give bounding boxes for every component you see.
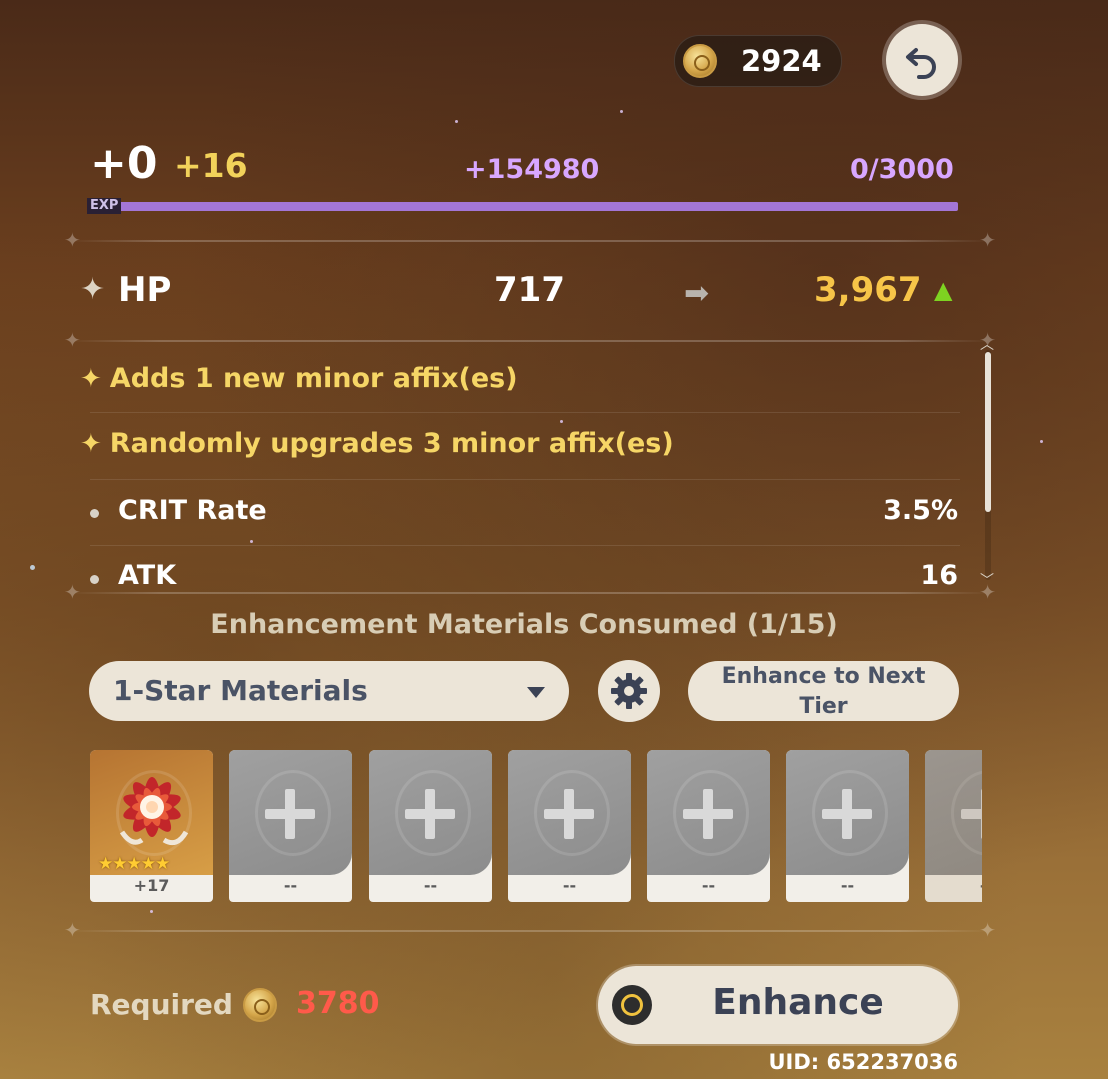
slot-background: [508, 750, 631, 875]
material-slot[interactable]: ★★★★★ +17: [90, 750, 213, 902]
slot-caption: --: [423, 876, 438, 895]
substat-clip: ATK 16: [0, 540, 1108, 590]
tier-button-line1: Enhance to Next: [721, 664, 926, 689]
affix-row: ✦ Randomly upgrades 3 minor affix(es): [80, 428, 674, 459]
empty-material-slot[interactable]: --: [229, 750, 352, 902]
coin-icon: [683, 44, 717, 78]
empty-material-slot[interactable]: --: [786, 750, 909, 902]
substat-name: ATK: [118, 560, 177, 590]
sparkle: [1040, 440, 1043, 443]
main-stat-label: HP: [118, 270, 172, 310]
slot-background: [369, 750, 492, 875]
divider: [64, 228, 996, 252]
exp-label: EXP: [87, 198, 122, 214]
plus-icon-stem: [981, 789, 982, 839]
slot-caption: --: [840, 876, 855, 895]
slot-background: [647, 750, 770, 875]
mora-amount: 2924: [741, 44, 822, 78]
divider: [64, 580, 996, 604]
up-arrow-icon: ▲: [934, 276, 953, 304]
materials-consumed-title: Enhancement Materials Consumed (1/15): [210, 609, 838, 640]
empty-material-slot[interactable]: --: [369, 750, 492, 902]
back-button[interactable]: [886, 24, 958, 96]
plus-icon: [961, 809, 982, 819]
material-art: ★★★★★: [90, 750, 213, 875]
artifact-level: +0: [90, 138, 158, 189]
substat-value: 16: [920, 560, 958, 590]
empty-material-slot[interactable]: --: [508, 750, 631, 902]
level-gain: +16: [174, 146, 248, 185]
exp-gain: +154980: [464, 154, 600, 185]
slot-caption: --: [283, 876, 298, 895]
slot-background: [786, 750, 909, 875]
row-divider: [90, 412, 960, 413]
slot-caption: --: [562, 876, 577, 895]
gear-icon: [611, 673, 647, 709]
divider: [64, 918, 996, 942]
sparkle: [560, 420, 563, 423]
slot-caption: --: [701, 876, 716, 895]
plus-icon-stem: [425, 789, 435, 839]
material-filter-value: 1-Star Materials: [113, 674, 368, 707]
material-slots: ★★★★★ +17 -- -- -- -- -- --: [90, 750, 982, 902]
slot-caption: +17: [133, 876, 170, 895]
substat-value: 3.5%: [883, 495, 958, 526]
slot-background: [925, 750, 982, 875]
exp-bar: [90, 202, 958, 211]
sparkle: [620, 110, 623, 113]
material-filter-dropdown[interactable]: 1-Star Materials: [89, 661, 569, 721]
exp-progress-text: 0/3000: [850, 154, 954, 185]
sparkle-icon: ✦: [80, 429, 102, 459]
tier-button-line2: Tier: [799, 694, 848, 719]
sparkle-icon: ✦: [80, 364, 102, 394]
divider: [64, 328, 996, 352]
plus-icon-stem: [703, 789, 713, 839]
coin-icon: [243, 988, 277, 1022]
empty-material-slot[interactable]: --: [925, 750, 982, 902]
slot-caption: --: [925, 876, 982, 902]
plus-icon-stem: [842, 789, 852, 839]
affix-text: Adds 1 new minor affix(es): [109, 363, 518, 394]
enhance-to-next-tier-button[interactable]: Enhance to Next Tier: [688, 661, 959, 721]
main-stat-next: 3,967: [814, 270, 922, 310]
right-arrow-icon: ➡: [684, 276, 710, 311]
bullet-icon: [90, 509, 99, 518]
enhance-button-label: Enhance: [712, 982, 884, 1023]
enhance-ring-icon: [612, 985, 652, 1025]
substat-name: CRIT Rate: [118, 495, 267, 526]
plus-icon-stem: [285, 789, 295, 839]
plus-icon-stem: [564, 789, 574, 839]
back-icon: [906, 48, 936, 79]
required-label: Required: [90, 988, 233, 1021]
required-cost: 3780: [296, 986, 380, 1021]
artifact-flower-icon: [119, 777, 189, 846]
main-stat-star-icon: ✦: [80, 272, 106, 307]
affix-row: ✦ Adds 1 new minor affix(es): [80, 363, 518, 394]
settings-button[interactable]: [598, 660, 660, 722]
rarity-stars: ★★★★★: [98, 854, 170, 874]
mora-balance: 2924: [674, 35, 842, 87]
row-divider: [90, 479, 960, 480]
enhance-button[interactable]: Enhance: [598, 966, 958, 1044]
main-stat-current: 717: [494, 270, 565, 310]
sparkle: [150, 910, 153, 913]
sparkle: [455, 120, 458, 123]
affix-text: Randomly upgrades 3 minor affix(es): [109, 428, 674, 459]
empty-material-slot[interactable]: --: [647, 750, 770, 902]
scrollbar-thumb[interactable]: [985, 352, 991, 512]
dropdown-caret-icon: [527, 687, 545, 698]
uid-label: UID: 652237036: [768, 1050, 958, 1074]
slot-background: [229, 750, 352, 875]
